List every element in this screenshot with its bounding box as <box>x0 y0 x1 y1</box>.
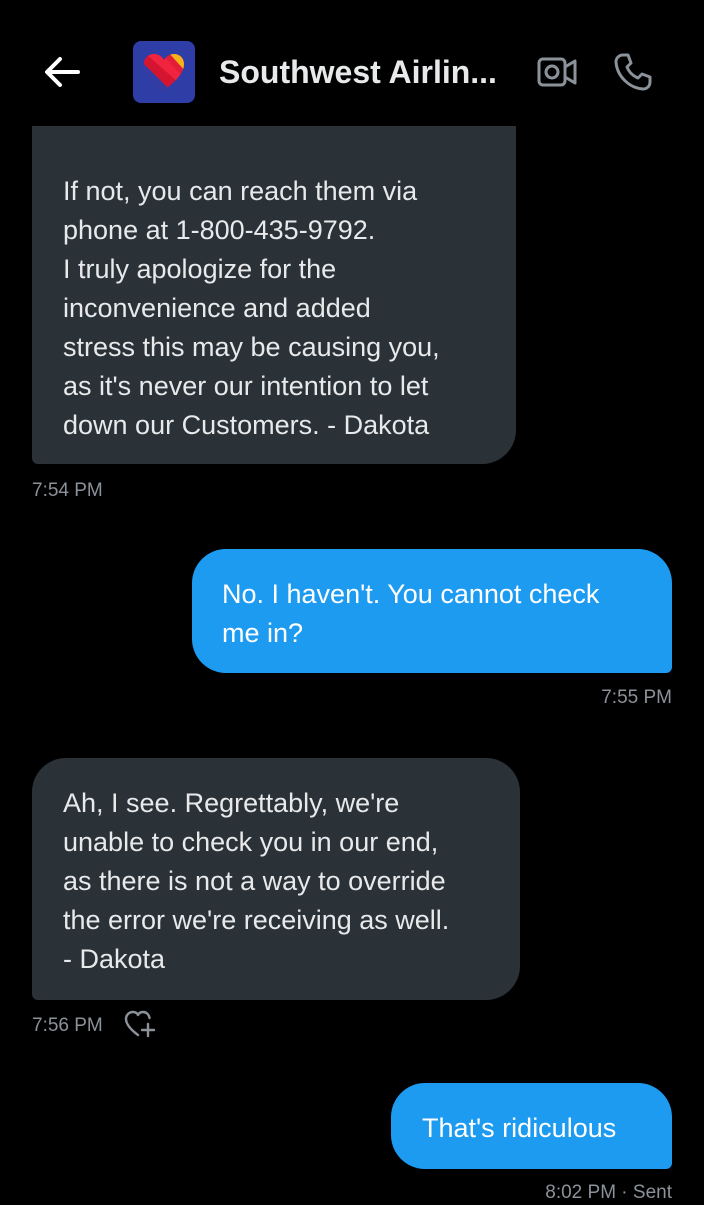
message-timestamp: 7:56 PM <box>32 1015 103 1036</box>
incoming-message-bubble[interactable]: If not, you can reach them via phone at … <box>32 92 516 464</box>
avatar[interactable] <box>133 41 195 103</box>
heart-logo-icon <box>144 54 184 90</box>
add-reaction-heart-icon[interactable] <box>123 1008 157 1040</box>
arrow-left-icon <box>45 57 80 87</box>
message-timestamp: 7:55 PM <box>601 687 672 708</box>
message-status-timestamp: 8:02 PM · Sent <box>545 1182 672 1203</box>
video-call-button[interactable] <box>533 50 581 94</box>
video-camera-icon <box>537 57 577 87</box>
conversation-title[interactable]: Southwest Airlin... <box>219 51 519 93</box>
message-text: Ah, I see. Regrettably, we're unable to … <box>63 788 450 974</box>
message-list[interactable]: If not, you can reach them via phone at … <box>0 0 704 1203</box>
message-text: That's ridiculous <box>422 1113 617 1143</box>
message-text: If not, you can reach them via phone at … <box>63 176 440 440</box>
message-timestamp: 7:54 PM <box>32 480 103 501</box>
outgoing-message-bubble[interactable]: That's ridiculous <box>391 1083 672 1169</box>
outgoing-message-bubble[interactable]: No. I haven't. You cannot check me in? <box>192 549 672 673</box>
message-text: No. I haven't. You cannot check me in? <box>222 579 600 648</box>
incoming-message-bubble[interactable]: Ah, I see. Regrettably, we're unable to … <box>32 758 520 1000</box>
conversation-header: Southwest Airlin... <box>0 0 704 126</box>
phone-icon <box>614 53 652 91</box>
phone-call-button[interactable] <box>608 48 658 96</box>
back-button[interactable] <box>38 48 86 96</box>
